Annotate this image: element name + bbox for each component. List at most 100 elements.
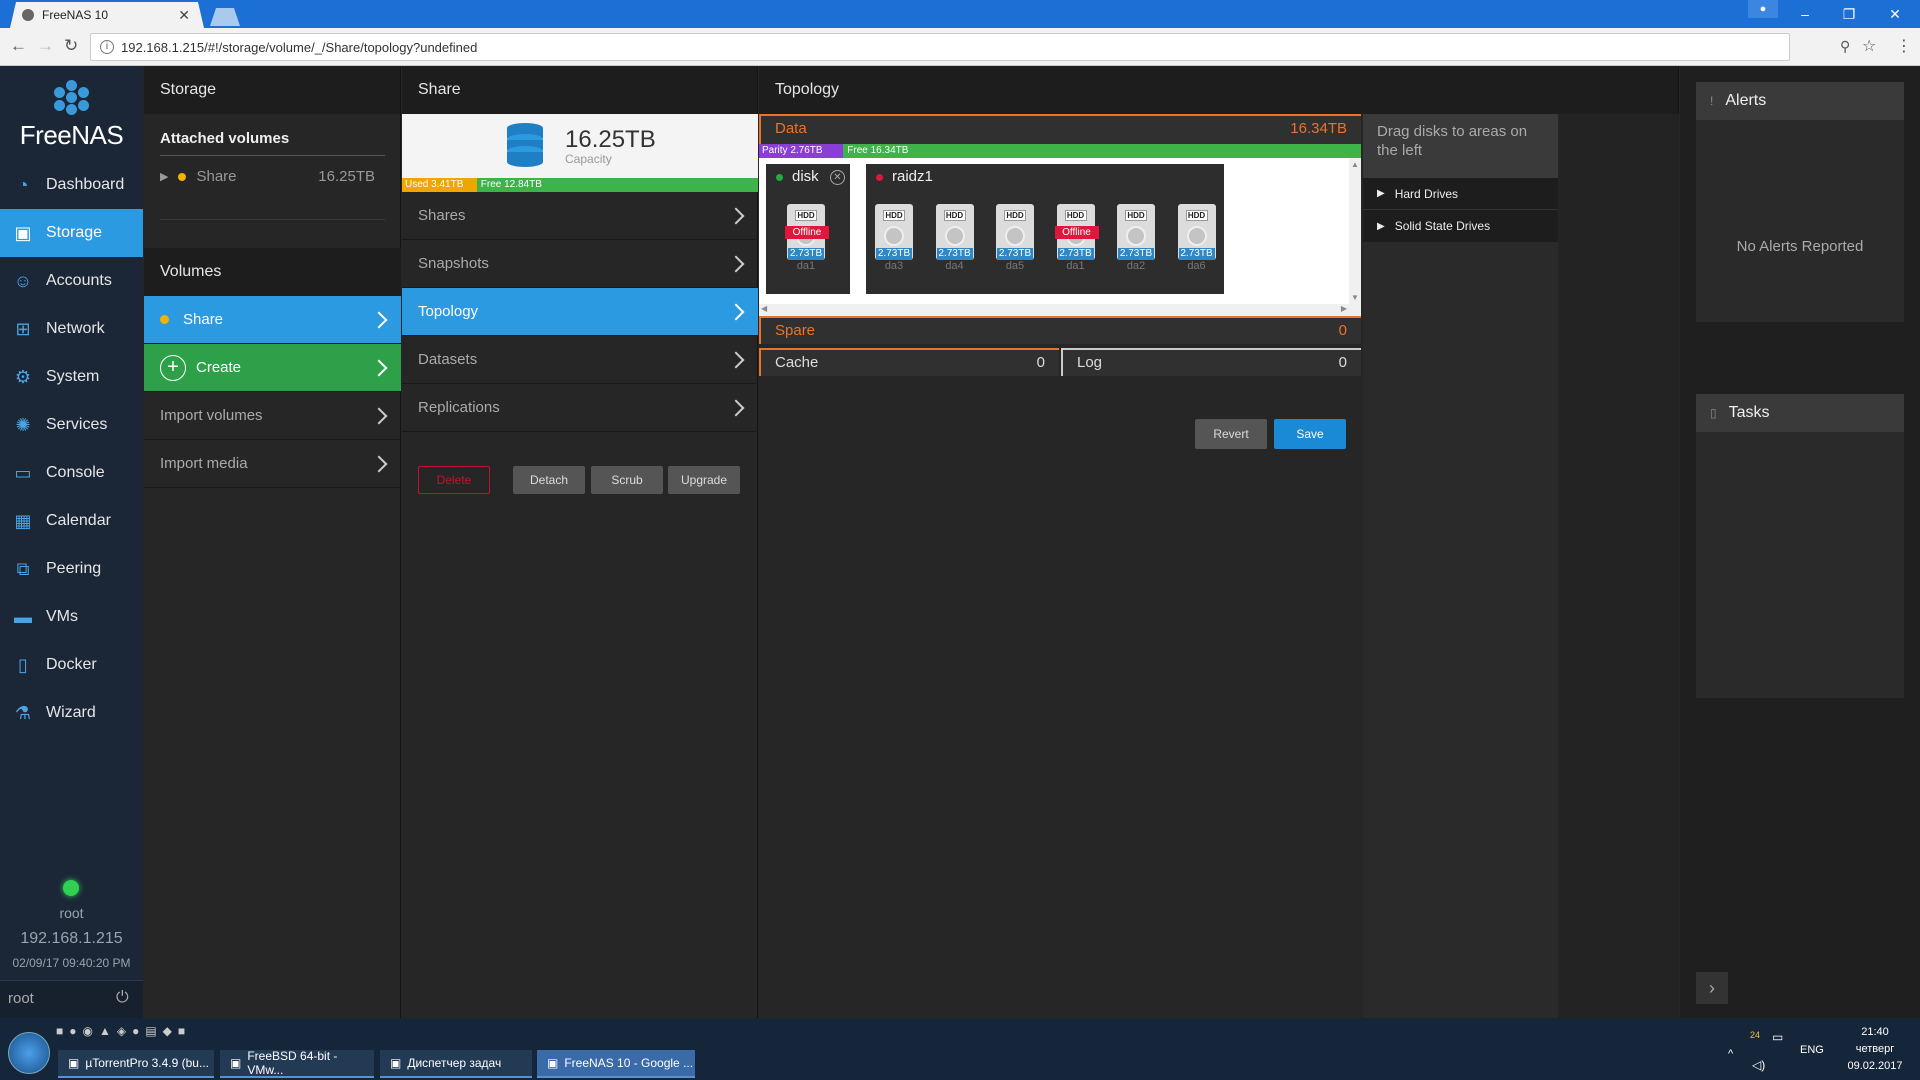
- browser-menu-icon[interactable]: ⋮: [1896, 36, 1912, 56]
- cache-label: Cache: [775, 354, 819, 371]
- scrub-button[interactable]: Scrub: [591, 466, 663, 494]
- capacity-label: Capacity: [565, 152, 612, 166]
- browser-tab[interactable]: FreeNAS 10 ✕: [10, 2, 204, 28]
- share-row-replications[interactable]: Replications: [402, 384, 758, 432]
- network-tray-icon[interactable]: ▭: [1772, 1030, 1783, 1044]
- sidebar-item-vms[interactable]: ▬ VMs: [0, 593, 143, 641]
- detach-button[interactable]: Detach: [513, 466, 585, 494]
- sidebar-item-services[interactable]: ✺ Services: [0, 401, 143, 449]
- share-row-snapshots[interactable]: Snapshots: [402, 240, 758, 288]
- start-button[interactable]: [8, 1032, 50, 1074]
- disk-size: 2.73TB: [788, 248, 824, 260]
- save-button[interactable]: Save: [1274, 419, 1346, 449]
- share-row-label: Shares: [418, 207, 466, 224]
- spare-label: Spare: [775, 322, 816, 339]
- import-media-row[interactable]: Import media: [144, 440, 401, 488]
- tab-close-icon[interactable]: ✕: [178, 7, 190, 24]
- url-field[interactable]: i 192.168.1.215/#!/storage/volume/_/Shar…: [90, 33, 1790, 61]
- disk-da1[interactable]: HDD Offline 2.73TB da1: [1054, 204, 1099, 284]
- expand-icon[interactable]: ▶: [160, 170, 168, 183]
- share-row-datasets[interactable]: Datasets: [402, 336, 758, 384]
- hard-drives-group[interactable]: ▶ Hard Drives: [1363, 178, 1558, 210]
- log-section[interactable]: Log 0: [1061, 348, 1361, 376]
- language-indicator[interactable]: ENG: [1800, 1044, 1824, 1056]
- sidebar-item-storage[interactable]: ▣ Storage: [0, 209, 143, 257]
- spare-count: 0: [1338, 322, 1347, 339]
- vdev-raidz1[interactable]: raidz1 HDD 2.73TB da3 HDD 2.73TB da4 HDD 2.73TB…: [866, 164, 1224, 294]
- import-volumes-row[interactable]: Import volumes: [144, 392, 401, 440]
- minimize-icon[interactable]: –: [1782, 0, 1828, 28]
- quick-launch-icons[interactable]: ■●◉▲◈●▤◆■: [56, 1024, 191, 1038]
- taskbar-item[interactable]: ▣ µTorrentPro 3.4.9 (bu...: [58, 1050, 214, 1078]
- alert-icon: !: [1710, 94, 1714, 108]
- used-bar: Used 3.41TB: [402, 178, 477, 192]
- disk-da2[interactable]: HDD 2.73TB da2: [1116, 204, 1156, 284]
- back-icon[interactable]: ←: [10, 36, 27, 56]
- wizard-icon: ⚗: [14, 702, 32, 723]
- docker-icon: ▯: [18, 654, 28, 675]
- sidebar-item-peering[interactable]: ⧉ Peering: [0, 545, 143, 593]
- sidebar-item-system[interactable]: ⚙ System: [0, 353, 143, 401]
- taskbar-item[interactable]: ▣ FreeBSD 64-bit - VMw...: [220, 1049, 374, 1078]
- site-info-icon[interactable]: i: [100, 40, 114, 54]
- collapse-panel-button[interactable]: ›: [1696, 972, 1728, 1004]
- share-row-shares[interactable]: Shares: [402, 192, 758, 240]
- tasks-panel: ▯ Tasks: [1696, 394, 1904, 698]
- share-row-topology[interactable]: Topology: [402, 288, 758, 336]
- storage-icon: ▣: [14, 222, 32, 243]
- vdev-name: disk: [792, 168, 819, 185]
- clock[interactable]: 21:40 четверг 09.02.2017: [1840, 1024, 1910, 1075]
- tray-arrow-icon[interactable]: ^: [1728, 1048, 1733, 1060]
- app-icon: ▣: [68, 1056, 80, 1070]
- free-bar: Free 12.84TB: [480, 179, 542, 190]
- system-icon: ⚙: [14, 366, 32, 387]
- window-close-icon[interactable]: ✕: [1872, 0, 1918, 28]
- remove-vdev-icon[interactable]: ✕: [830, 170, 845, 185]
- sidebar-item-label: Services: [46, 416, 108, 433]
- attached-volume-row[interactable]: ▶ Share 16.25TB: [160, 168, 385, 185]
- sidebar-item-network[interactable]: ⊞ Network: [0, 305, 143, 353]
- offline-badge: Offline: [785, 226, 829, 239]
- disk-size: 2.73TB: [876, 248, 912, 260]
- horizontal-scrollbar[interactable]: ◀ ▶: [759, 304, 1361, 316]
- power-icon[interactable]: ⏻: [116, 989, 129, 1007]
- disk-da6[interactable]: HDD 2.73TB da6: [1177, 204, 1217, 284]
- share-row-label: Datasets: [418, 351, 478, 368]
- sidebar-item-docker[interactable]: ▯ Docker: [0, 641, 143, 689]
- disk-da1[interactable]: HDD Offline 2.73TB da1: [785, 204, 829, 284]
- bookmark-star-icon[interactable]: ☆: [1862, 36, 1876, 56]
- accounts-icon: ☺: [13, 270, 33, 291]
- sidebar-item-label: Docker: [46, 656, 97, 673]
- vertical-scrollbar[interactable]: ▲ ▼: [1349, 158, 1361, 304]
- plus-icon: +: [160, 354, 186, 381]
- sidebar-item-dashboard[interactable]: ◔ Dashboard: [0, 161, 143, 209]
- sidebar-item-label: Accounts: [46, 272, 112, 289]
- upgrade-button[interactable]: Upgrade: [668, 466, 740, 494]
- taskbar-item[interactable]: ▣ Диспетчер задач: [380, 1050, 532, 1078]
- cache-section[interactable]: Cache 0: [759, 348, 1059, 376]
- sidebar-item-console[interactable]: ▭ Console: [0, 449, 143, 497]
- revert-button[interactable]: Revert: [1195, 419, 1267, 449]
- forward-icon[interactable]: →: [37, 36, 54, 56]
- reload-icon[interactable]: ↻: [64, 36, 78, 56]
- sidebar-item-wizard[interactable]: ⚗ Wizard: [0, 689, 143, 737]
- sidebar-item-accounts[interactable]: ☺ Accounts: [0, 257, 143, 305]
- disk-da4[interactable]: HDD 2.73TB da4: [935, 204, 975, 284]
- vdev-disk[interactable]: disk ✕ HDD Offline 2.73TB da1: [766, 164, 850, 294]
- profile-icon[interactable]: ●: [1748, 0, 1778, 18]
- taskbar-item[interactable]: ▣ FreeNAS 10 - Google ...: [537, 1050, 695, 1078]
- key-icon[interactable]: ⚲: [1840, 38, 1850, 55]
- volume-tray-icon[interactable]: ◁): [1752, 1058, 1765, 1072]
- ssd-group[interactable]: ▶ Solid State Drives: [1363, 210, 1558, 242]
- restore-icon[interactable]: ❐: [1826, 0, 1872, 28]
- sidebar-item-calendar[interactable]: ▦ Calendar: [0, 497, 143, 545]
- database-icon: [506, 122, 544, 168]
- volume-share-row[interactable]: Share: [144, 296, 401, 344]
- disk-da5[interactable]: HDD 2.73TB da5: [995, 204, 1035, 284]
- freenas-logo[interactable]: FreeNAS: [0, 80, 143, 150]
- vms-icon: ▬: [14, 606, 32, 627]
- spare-section[interactable]: Spare 0: [759, 316, 1361, 344]
- disk-da3[interactable]: HDD 2.73TB da3: [874, 204, 914, 284]
- create-volume-button[interactable]: + Create: [144, 344, 401, 392]
- delete-button[interactable]: Delete: [418, 466, 490, 494]
